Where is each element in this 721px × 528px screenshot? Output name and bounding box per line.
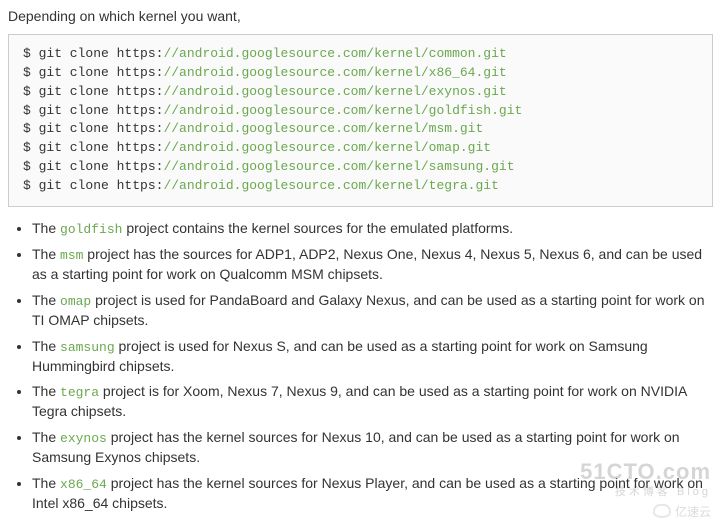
list-item: The x86_64 project has the kernel source… (32, 474, 713, 514)
code-prefix: $ git clone https: (23, 178, 163, 193)
code-prefix: $ git clone https: (23, 46, 163, 61)
code-prefix: $ git clone https: (23, 159, 163, 174)
keyword: samsung (60, 340, 115, 355)
list-item: The omap project is used for PandaBoard … (32, 291, 713, 331)
code-line: $ git clone https://android.googlesource… (23, 64, 698, 83)
keyword: omap (60, 294, 91, 309)
tail-text: project is for Xoom, Nexus 7, Nexus 9, a… (32, 383, 687, 419)
tail-text: project is used for PandaBoard and Galax… (32, 292, 704, 328)
code-prefix: $ git clone https: (23, 121, 163, 136)
code-url: //android.googlesource.com/kernel/omap.g… (163, 140, 491, 155)
code-url: //android.googlesource.com/kernel/samsun… (163, 159, 514, 174)
code-url: //android.googlesource.com/kernel/exynos… (163, 84, 506, 99)
code-line: $ git clone https://android.googlesource… (23, 45, 698, 64)
keyword: exynos (60, 431, 107, 446)
intro-text: Depending on which kernel you want, (8, 8, 713, 24)
lead-text: The (32, 383, 60, 399)
list-item: The goldfish project contains the kernel… (32, 219, 713, 239)
code-url: //android.googlesource.com/kernel/x86_64… (163, 65, 506, 80)
keyword: msm (60, 248, 83, 263)
code-prefix: $ git clone https: (23, 84, 163, 99)
list-item: The exynos project has the kernel source… (32, 428, 713, 468)
project-list: The goldfish project contains the kernel… (8, 219, 713, 514)
code-url: //android.googlesource.com/kernel/common… (163, 46, 506, 61)
code-line: $ git clone https://android.googlesource… (23, 83, 698, 102)
list-item: The tegra project is for Xoom, Nexus 7, … (32, 382, 713, 422)
tail-text: project is used for Nexus S, and can be … (32, 338, 648, 374)
lead-text: The (32, 220, 60, 236)
code-prefix: $ git clone https: (23, 65, 163, 80)
tail-text: project has the sources for ADP1, ADP2, … (32, 246, 702, 282)
code-line: $ git clone https://android.googlesource… (23, 177, 698, 196)
code-url: //android.googlesource.com/kernel/tegra.… (163, 178, 498, 193)
lead-text: The (32, 292, 60, 308)
code-url: //android.googlesource.com/kernel/goldfi… (163, 103, 522, 118)
keyword: goldfish (60, 222, 122, 237)
code-url: //android.googlesource.com/kernel/msm.gi… (163, 121, 483, 136)
code-line: $ git clone https://android.googlesource… (23, 120, 698, 139)
code-prefix: $ git clone https: (23, 103, 163, 118)
tail-text: project has the kernel sources for Nexus… (32, 475, 703, 511)
keyword: tegra (60, 385, 99, 400)
lead-text: The (32, 475, 60, 491)
code-line: $ git clone https://android.googlesource… (23, 158, 698, 177)
code-line: $ git clone https://android.googlesource… (23, 102, 698, 121)
tail-text: project contains the kernel sources for … (122, 220, 513, 236)
keyword: x86_64 (60, 477, 107, 492)
code-prefix: $ git clone https: (23, 140, 163, 155)
lead-text: The (32, 429, 60, 445)
lead-text: The (32, 246, 60, 262)
git-clone-codeblock: $ git clone https://android.googlesource… (8, 34, 713, 207)
list-item: The samsung project is used for Nexus S,… (32, 337, 713, 377)
list-item: The msm project has the sources for ADP1… (32, 245, 713, 285)
code-line: $ git clone https://android.googlesource… (23, 139, 698, 158)
lead-text: The (32, 338, 60, 354)
tail-text: project has the kernel sources for Nexus… (32, 429, 680, 465)
